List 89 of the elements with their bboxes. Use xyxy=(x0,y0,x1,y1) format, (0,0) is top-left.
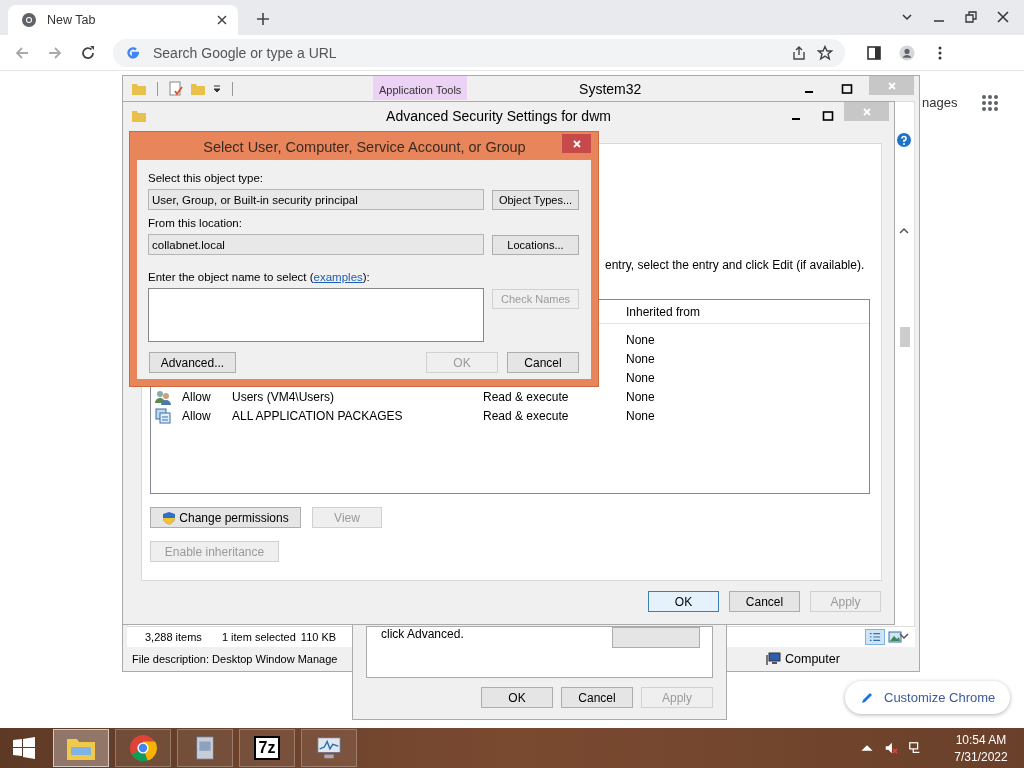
users-icon xyxy=(155,388,171,405)
column-header[interactable]: Inherited from xyxy=(626,304,869,319)
dialog-button[interactable]: OK xyxy=(648,591,719,612)
properties-icon[interactable] xyxy=(168,80,184,97)
maximize-icon[interactable] xyxy=(841,82,853,95)
close-icon[interactable] xyxy=(216,14,228,26)
selection-info: 1 item selected xyxy=(221,631,296,643)
reload-icon[interactable] xyxy=(80,44,96,61)
package-icon xyxy=(155,407,171,424)
table-cell-text: None xyxy=(626,332,656,347)
examples-link[interactable]: examples xyxy=(313,271,363,283)
computer-icon xyxy=(765,651,781,667)
hint-text: click Advanced. xyxy=(381,627,464,641)
share-icon[interactable] xyxy=(791,44,807,61)
location-field: collabnet.local xyxy=(148,234,484,255)
action-button[interactable]: Change permissions xyxy=(150,507,301,528)
apps-grid-icon[interactable] xyxy=(981,94,999,112)
table-cell: Allow xyxy=(182,408,211,423)
dialog-button[interactable]: Cancel xyxy=(729,591,800,612)
scroll-up-icon[interactable] xyxy=(899,227,909,235)
maximize-icon[interactable] xyxy=(822,110,834,122)
location-label: Computer xyxy=(785,652,841,666)
file-description: File description: Desktop Window Manage xyxy=(132,653,338,665)
new-tab-icon[interactable] xyxy=(256,12,270,26)
field-label: Enter the object name to select (examples): xyxy=(148,271,371,283)
shield-icon xyxy=(162,510,177,525)
tab-title: New Tab xyxy=(47,13,97,27)
application-tools-tab[interactable]: Application Tools xyxy=(373,76,468,100)
close-button[interactable] xyxy=(562,134,591,153)
chrome-logo-icon xyxy=(128,734,158,762)
table-cell: Allow xyxy=(182,389,211,404)
taskbar-button[interactable]: 7z xyxy=(239,729,295,767)
pencil-icon xyxy=(860,690,874,705)
field-label: From this location: xyxy=(148,217,243,229)
table-cell: Read & execute xyxy=(483,408,569,423)
close-icon xyxy=(571,138,582,149)
dialog-button[interactable]: OK xyxy=(481,687,553,708)
table-cell-text: None xyxy=(626,389,656,404)
dropdown-icon[interactable] xyxy=(212,83,222,94)
network-icon[interactable] xyxy=(908,741,922,755)
browser-tab[interactable]: New Tab xyxy=(8,5,238,35)
advanced-button[interactable]: Advanced... xyxy=(149,352,236,373)
chrome-logo-icon xyxy=(21,12,37,28)
scroll-down-icon[interactable] xyxy=(899,632,909,640)
object-types-button[interactable]: Object Types... xyxy=(492,190,579,210)
help-icon[interactable] xyxy=(897,133,911,147)
taskbar-button[interactable] xyxy=(301,729,357,767)
customize-chrome-button[interactable]: Customize Chrome xyxy=(845,681,1011,714)
object-type-field: User, Group, or Built-in security principal xyxy=(148,189,484,210)
item-count: 3,288 items xyxy=(145,631,202,643)
table-cell: Users (VM4\Users) xyxy=(232,389,334,404)
table-cell-text: None xyxy=(626,408,656,423)
dialog-title: Select User, Computer, Service Account, or Group xyxy=(202,139,527,155)
taskbar-button[interactable] xyxy=(115,729,171,767)
profile-icon[interactable] xyxy=(899,44,915,61)
folder-icon xyxy=(131,108,147,124)
clock-time[interactable]: 10:54 AM xyxy=(955,732,1007,747)
taskbar-button[interactable] xyxy=(177,729,233,767)
instruction-text: entry, select the entry and click Edit (if available). xyxy=(605,258,865,272)
cancel-button[interactable]: Cancel xyxy=(507,352,579,373)
google-g-icon xyxy=(125,44,141,61)
table-cell-text: None xyxy=(626,370,656,385)
taskbar-button[interactable] xyxy=(53,729,109,767)
star-icon[interactable] xyxy=(817,44,833,61)
selection-size: 110 KB xyxy=(300,631,337,643)
window-title: Advanced Security Settings for dwm xyxy=(385,108,612,124)
field-label: Select this object type: xyxy=(148,172,265,184)
windows-logo-icon[interactable] xyxy=(12,736,36,760)
scrollbar-thumb[interactable] xyxy=(900,327,910,347)
close-icon xyxy=(861,106,872,117)
large-icons-view-icon[interactable] xyxy=(885,629,905,645)
table-cell: ALL APPLICATION PACKAGES xyxy=(232,408,403,423)
details-view-icon[interactable] xyxy=(865,629,885,645)
archive-app-logo: 7z xyxy=(253,736,281,760)
images-link[interactable]: nages xyxy=(922,95,958,110)
clock-date[interactable]: 7/31/2022 xyxy=(954,749,1008,764)
locations-button[interactable]: Locations... xyxy=(492,235,579,255)
restore-icon[interactable] xyxy=(965,11,977,23)
close-icon[interactable] xyxy=(997,11,1009,23)
address-bar[interactable]: Search Google or type a URL xyxy=(113,38,845,67)
table-cell-text: None xyxy=(626,351,656,366)
table-cell: Read & execute xyxy=(483,389,569,404)
object-name-field[interactable] xyxy=(148,288,484,342)
dialog-button[interactable]: Cancel xyxy=(561,687,633,708)
chevron-down-icon[interactable] xyxy=(901,11,913,23)
speaker-muted-icon[interactable] xyxy=(884,741,898,755)
close-icon xyxy=(886,80,897,91)
window-title: System32 xyxy=(578,80,643,97)
side-panel-icon[interactable] xyxy=(866,44,882,61)
